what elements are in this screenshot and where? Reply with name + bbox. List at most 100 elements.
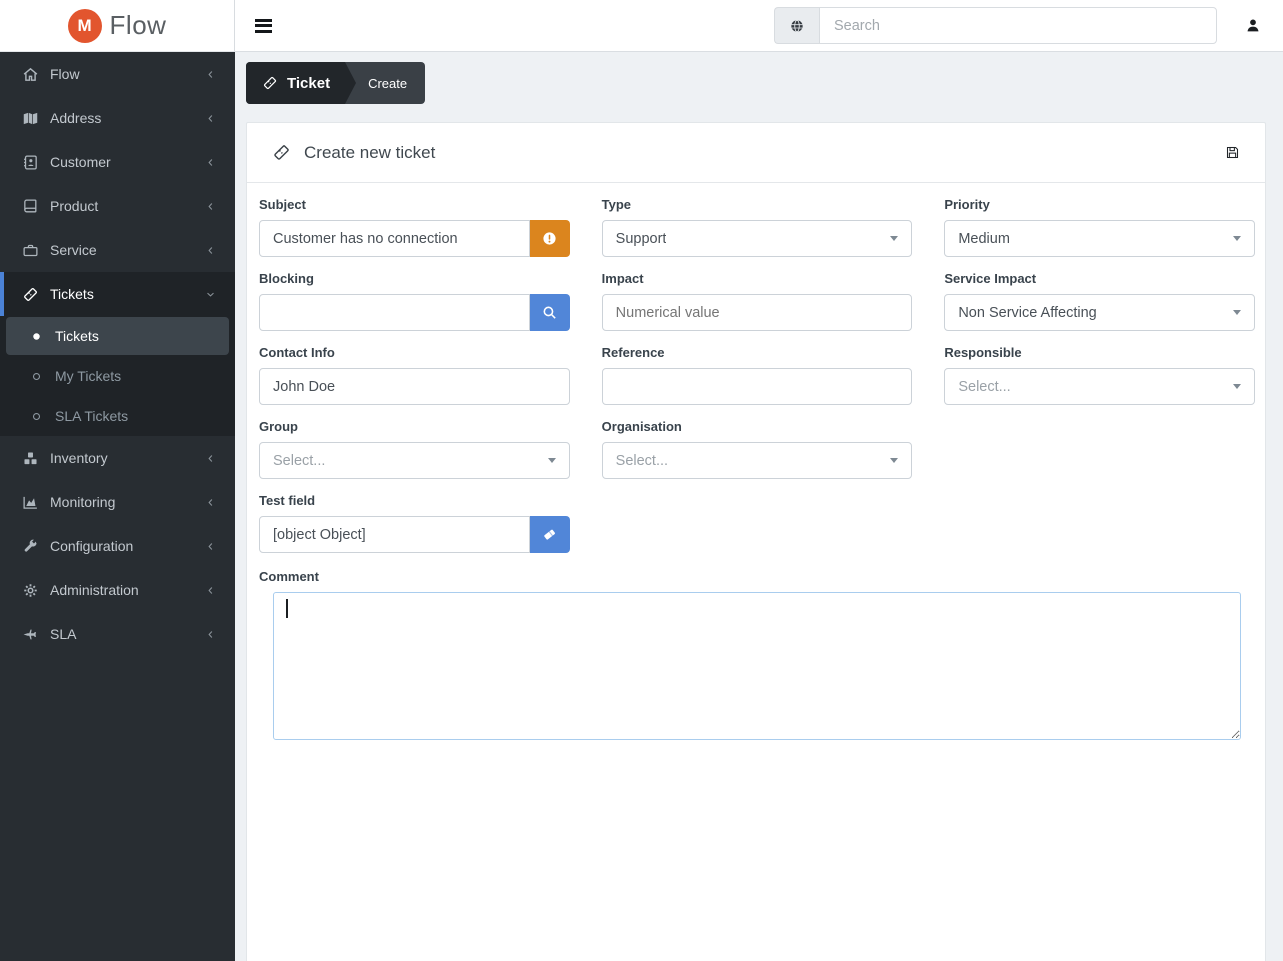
sidebar-item-service[interactable]: Service <box>0 228 235 272</box>
comment-label: Comment <box>259 569 319 584</box>
field-service-impact: Service Impact Non Service Affecting <box>944 271 1255 331</box>
comment-textarea[interactable] <box>273 592 1241 740</box>
test-field-input[interactable] <box>259 516 530 553</box>
page-title: Create new ticket <box>304 142 436 162</box>
field-reference: Reference <box>601 345 913 405</box>
sidebar-item-label: Product <box>50 198 99 214</box>
sidebar-item-administration[interactable]: Administration <box>0 568 235 612</box>
field-type: Type Support <box>601 197 913 257</box>
sidebar-item-tickets[interactable]: Tickets <box>0 272 235 316</box>
test-field-clear-button[interactable] <box>529 516 570 553</box>
chevron-left-icon <box>204 244 217 257</box>
group-placeholder: Select... <box>273 452 326 469</box>
active-accent-bar <box>0 272 4 316</box>
search-icon <box>543 306 556 319</box>
main-area: Ticket Create Create new ticket <box>235 0 1283 961</box>
sidebar-item-product[interactable]: Product <box>0 184 235 228</box>
group-label: Group <box>259 419 298 434</box>
sidebar-subitem-label: My Tickets <box>55 368 122 384</box>
sidebar-nav: Flow Address Customer Product Service Ti… <box>0 52 235 961</box>
sidebar-subitem-my-tickets[interactable]: My Tickets <box>0 356 235 396</box>
breadcrumb-page-label: Create <box>368 75 408 91</box>
responsible-placeholder: Select... <box>958 378 1011 395</box>
breadcrumb-section-ticket[interactable]: Ticket <box>246 62 346 104</box>
caret-down-icon <box>1232 310 1241 315</box>
field-subject: Subject <box>259 197 570 257</box>
sidebar-item-label: Address <box>50 110 102 126</box>
field-organisation: Organisation Select... <box>601 419 913 479</box>
sidebar-item-flow[interactable]: Flow <box>0 52 235 96</box>
blocking-input[interactable] <box>259 294 530 331</box>
circle-outline-icon <box>30 410 43 423</box>
organisation-select[interactable]: Select... <box>601 442 913 479</box>
gear-icon <box>22 582 39 599</box>
field-group: Group Select... <box>259 419 570 479</box>
map-icon <box>22 110 39 127</box>
chevron-left-icon <box>204 156 217 169</box>
sidebar-item-sla[interactable]: SLA <box>0 612 235 656</box>
type-label: Type <box>601 197 632 212</box>
chevron-down-icon <box>204 288 217 301</box>
brand-logo[interactable]: M Flow <box>0 0 235 52</box>
chevron-left-icon <box>204 628 217 641</box>
chevron-left-icon <box>204 540 217 553</box>
subject-input[interactable] <box>259 220 530 257</box>
card-body: Subject Type Support <box>247 183 1265 760</box>
sidebar-subitem-tickets[interactable]: Tickets <box>6 317 229 355</box>
sidebar-item-label: Inventory <box>50 450 108 466</box>
reference-input[interactable] <box>601 368 913 405</box>
text-cursor <box>286 599 288 618</box>
service-impact-select[interactable]: Non Service Affecting <box>944 294 1255 331</box>
chevron-left-icon <box>204 584 217 597</box>
responsible-select[interactable]: Select... <box>944 368 1255 405</box>
caret-down-icon <box>1232 236 1241 241</box>
globe-icon <box>774 7 819 44</box>
chevron-left-icon <box>204 68 217 81</box>
service-impact-label: Service Impact <box>944 271 1037 286</box>
caret-down-icon <box>547 458 556 463</box>
blocking-search-button[interactable] <box>529 294 570 331</box>
contact-info-input[interactable] <box>259 368 570 405</box>
sidebar-item-label: Administration <box>50 582 139 598</box>
breadcrumb-pill: Ticket Create <box>246 62 426 104</box>
sidebar-item-customer[interactable]: Customer <box>0 140 235 184</box>
priority-select[interactable]: Medium <box>944 220 1255 257</box>
sidebar-subitem-label: SLA Tickets <box>55 408 129 424</box>
save-button[interactable] <box>1225 145 1240 160</box>
sidebar-item-configuration[interactable]: Configuration <box>0 524 235 568</box>
impact-label: Impact <box>601 271 644 286</box>
sidebar-group-tickets: Tickets Tickets My Tickets SLA Tickets <box>0 272 235 436</box>
search-input[interactable] <box>819 7 1217 44</box>
app-root: M Flow Flow Address Customer Product Ser… <box>0 0 1283 961</box>
search-group <box>774 7 1217 44</box>
menu-toggle-button[interactable] <box>253 12 274 39</box>
exclamation-circle-icon <box>543 232 556 245</box>
jet-icon <box>22 626 39 643</box>
breadcrumb-section-label: Ticket <box>287 74 331 92</box>
create-ticket-card: Create new ticket Subject Customer has n… <box>246 122 1266 961</box>
sidebar-subitem-sla-tickets[interactable]: SLA Tickets <box>0 396 235 436</box>
field-responsible: Responsible Select... <box>944 345 1255 405</box>
area-chart-icon <box>22 494 39 511</box>
group-select[interactable]: Select... <box>259 442 570 479</box>
service-impact-value: Non Service Affecting <box>958 304 1097 321</box>
field-comment: Comment <box>259 569 1255 740</box>
organisation-placeholder: Select... <box>615 452 669 469</box>
user-icon[interactable] <box>1245 17 1261 34</box>
caret-down-icon <box>890 236 899 241</box>
sidebar-item-label: Monitoring <box>50 494 116 510</box>
sidebar-item-address[interactable]: Address <box>0 96 235 140</box>
type-select[interactable]: Support <box>601 220 913 257</box>
home-icon <box>22 66 39 83</box>
sidebar-item-label: SLA <box>50 626 77 642</box>
reference-label: Reference <box>601 345 665 360</box>
sidebar-item-monitoring[interactable]: Monitoring <box>0 480 235 524</box>
field-blocking: Blocking <box>259 271 570 331</box>
chevron-left-icon <box>204 496 217 509</box>
type-value: Support <box>615 230 667 247</box>
responsible-label: Responsible <box>944 345 1022 360</box>
sidebar-item-inventory[interactable]: Inventory <box>0 436 235 480</box>
subject-info-button[interactable] <box>529 220 570 257</box>
impact-input[interactable] <box>601 294 913 331</box>
brand-name: Flow <box>109 10 167 40</box>
